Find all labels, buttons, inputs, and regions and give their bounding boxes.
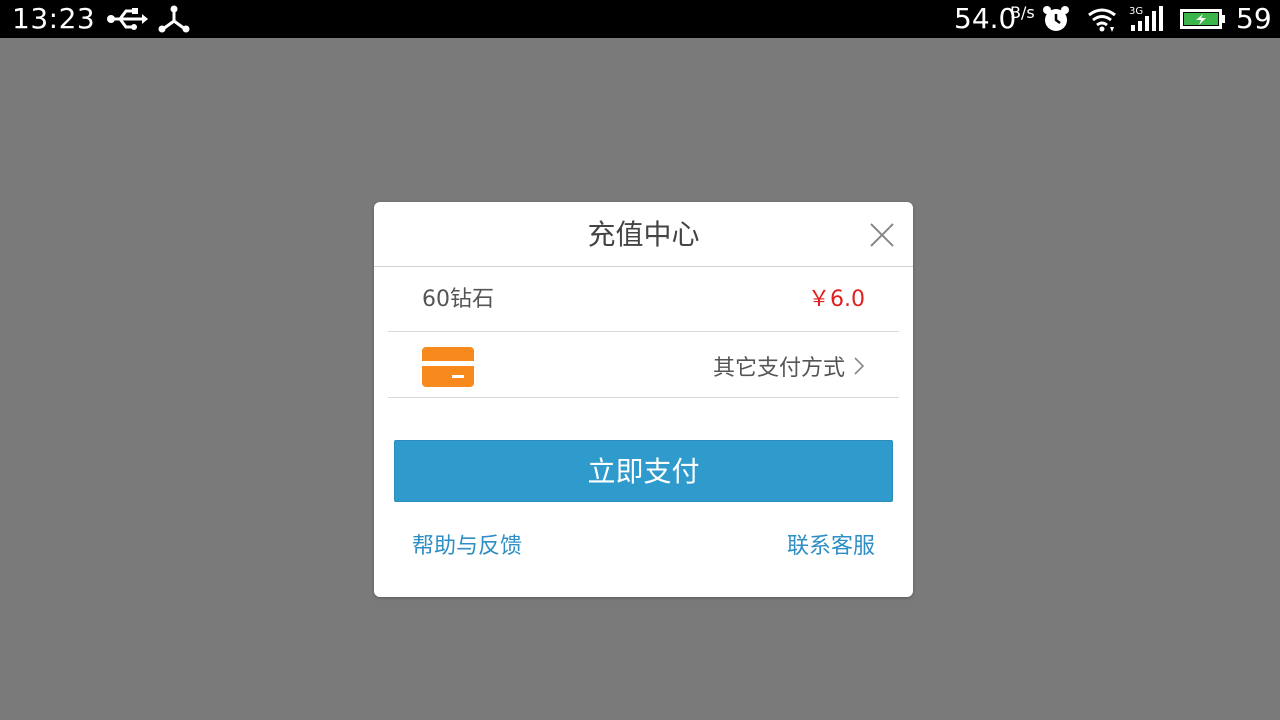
row-divider xyxy=(388,397,899,398)
product-name: 60钻石 xyxy=(422,287,494,312)
product-price: ￥6.0 xyxy=(808,287,865,312)
net-speed-unit: B/s xyxy=(1010,3,1035,22)
other-payment-methods[interactable]: 其它支付方式 xyxy=(713,333,865,399)
row-divider xyxy=(388,331,899,332)
battery-charging-icon xyxy=(1180,9,1225,29)
contact-support-link[interactable]: 联系客服 xyxy=(787,532,875,562)
help-feedback-link[interactable]: 帮助与反馈 xyxy=(412,532,522,562)
clock: 13:23 xyxy=(12,2,96,35)
status-bar: 13:23 54.0 B/s 3G 59 xyxy=(0,0,1280,38)
other-payment-label: 其它支付方式 xyxy=(712,356,845,381)
network-type: 3G xyxy=(1129,6,1143,17)
payment-method-row[interactable]: 其它支付方式 xyxy=(388,333,899,398)
card-icon xyxy=(422,347,474,387)
dialog-title: 充值中心 xyxy=(587,218,700,251)
battery-percent: 59 xyxy=(1236,2,1272,35)
product-row: 60钻石 ￥6.0 xyxy=(388,267,899,332)
close-icon[interactable] xyxy=(869,222,895,248)
debug-icon xyxy=(158,5,190,33)
recharge-dialog: 充值中心 60钻石 ￥6.0 其它支付方式 立即支付 帮助与反馈 联系客服 xyxy=(374,202,913,597)
chevron-right-icon xyxy=(854,357,865,375)
usb-icon xyxy=(107,8,148,30)
pay-now-button[interactable]: 立即支付 xyxy=(394,440,893,502)
net-speed: 54.0 xyxy=(954,2,1017,35)
wifi-icon xyxy=(1088,8,1116,32)
signal-3g-icon: 3G xyxy=(1129,6,1163,31)
alarm-icon xyxy=(1043,6,1069,31)
